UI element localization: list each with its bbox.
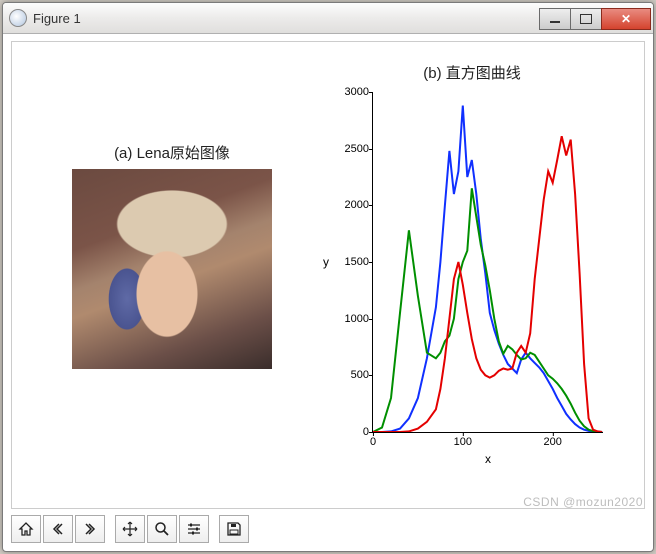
y-axis-label: y	[323, 255, 329, 269]
watermark: CSDN @mozun2020	[523, 495, 643, 509]
y-tick: 0	[337, 426, 369, 438]
subplot-b: (b) 直方图曲线 y x 05001000150020002500300001…	[332, 62, 612, 472]
window-title: Figure 1	[33, 11, 540, 26]
zoom-button[interactable]	[147, 515, 177, 543]
y-tick: 2000	[337, 199, 369, 211]
series-red	[373, 136, 602, 432]
pan-icon	[122, 521, 138, 537]
close-button[interactable]	[601, 8, 651, 30]
back-button[interactable]	[43, 515, 73, 543]
home-icon	[18, 521, 34, 537]
y-tick: 1000	[337, 313, 369, 325]
histogram-curves	[373, 92, 603, 432]
configure-button[interactable]	[179, 515, 209, 543]
y-tick: 2500	[337, 143, 369, 155]
series-blue	[373, 106, 602, 432]
matplotlib-toolbar	[11, 515, 249, 543]
subplot-a-title: (a) Lena原始图像	[72, 142, 272, 163]
x-tick: 200	[544, 436, 562, 448]
y-tick: 500	[337, 369, 369, 381]
figure-window: Figure 1 (a) Lena原始图像 (b) 直方图曲线 y x 0500…	[2, 2, 654, 552]
x-tick: 0	[370, 436, 376, 448]
forward-button[interactable]	[75, 515, 105, 543]
pan-button[interactable]	[115, 515, 145, 543]
y-tick: 1500	[337, 256, 369, 268]
figure-canvas: (a) Lena原始图像 (b) 直方图曲线 y x 0500100015002…	[11, 41, 645, 509]
y-tick: 3000	[337, 86, 369, 98]
series-green	[373, 188, 602, 432]
save-button[interactable]	[219, 515, 249, 543]
home-button[interactable]	[11, 515, 41, 543]
titlebar: Figure 1	[3, 3, 653, 34]
app-icon	[9, 9, 27, 27]
chart-axes: y x 0500100015002000250030000100200	[372, 92, 603, 433]
save-icon	[226, 521, 242, 537]
lena-image	[72, 169, 272, 369]
subplot-a: (a) Lena原始图像	[72, 142, 272, 369]
back-icon	[50, 521, 66, 537]
forward-icon	[82, 521, 98, 537]
subplot-b-title: (b) 直方图曲线	[332, 62, 612, 83]
x-axis-label: x	[373, 452, 603, 466]
x-tick: 100	[454, 436, 472, 448]
zoom-icon	[154, 521, 170, 537]
maximize-button[interactable]	[570, 8, 602, 30]
minimize-button[interactable]	[539, 8, 571, 30]
sliders-icon	[186, 521, 202, 537]
